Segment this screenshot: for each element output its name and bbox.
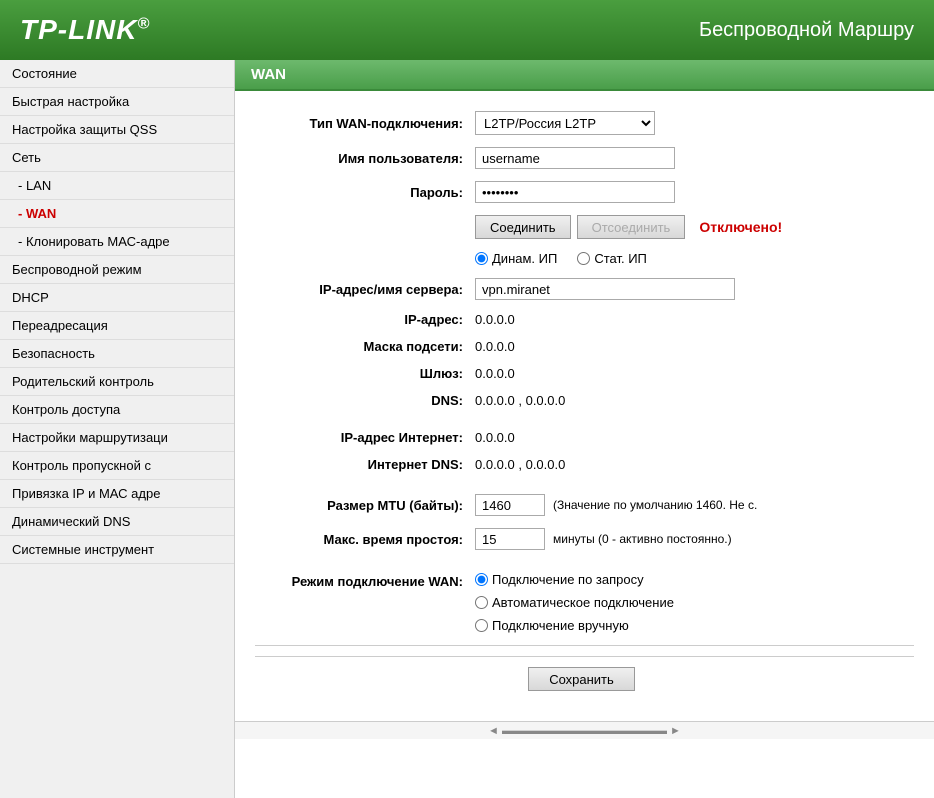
dynamic-ip-label: Динам. ИП — [492, 251, 557, 266]
sidebar-item-routing[interactable]: Настройки маршрутизаци — [0, 424, 234, 452]
ip-mode-group: Динам. ИП Стат. ИП — [475, 251, 647, 266]
subnet-value: 0.0.0.0 — [475, 339, 515, 354]
mode-on-demand-label: Подключение по запросу — [492, 572, 644, 587]
mode-auto-radio[interactable] — [475, 596, 488, 609]
sidebar-item-parental[interactable]: Родительский контроль — [0, 368, 234, 396]
sidebar-item-mac-clone[interactable]: - Клонировать МАС-адре — [0, 228, 234, 256]
sidebar: Состояние Быстрая настройка Настройка за… — [0, 60, 235, 798]
idle-input[interactable] — [475, 528, 545, 550]
username-row: Имя пользователя: — [255, 147, 914, 169]
sidebar-item-dhcp[interactable]: DHCP — [0, 284, 234, 312]
idle-label: Макс. время простоя: — [255, 532, 475, 547]
subnet-label: Маска подсети: — [255, 339, 475, 354]
sidebar-item-status[interactable]: Состояние — [0, 60, 234, 88]
sidebar-item-forwarding[interactable]: Переадресация — [0, 312, 234, 340]
form-content: Тип WAN-подключения: L2TP/Россия L2TP PP… — [235, 91, 934, 721]
server-row: IP-адрес/имя сервера: — [255, 278, 914, 300]
sidebar-item-wan[interactable]: - WAN — [0, 200, 234, 228]
status-badge: Отключено! — [699, 219, 782, 235]
sidebar-item-bandwidth[interactable]: Контроль пропускной с — [0, 452, 234, 480]
server-label: IP-адрес/имя сервера: — [255, 282, 475, 297]
password-label: Пароль: — [255, 185, 475, 200]
gateway-row: Шлюз: 0.0.0.0 — [255, 366, 914, 381]
internet-ip-value: 0.0.0.0 — [475, 430, 515, 445]
mode-auto[interactable]: Автоматическое подключение — [475, 595, 674, 610]
dns-row: DNS: 0.0.0.0 , 0.0.0.0 — [255, 393, 914, 408]
connect-row: Соединить Отсоединить Отключено! — [255, 215, 914, 239]
gateway-value: 0.0.0.0 — [475, 366, 515, 381]
ip-label: IP-адрес: — [255, 312, 475, 327]
mode-on-demand[interactable]: Подключение по запросу — [475, 572, 674, 587]
internet-dns-label: Интернет DNS: — [255, 457, 475, 472]
header: TP-LINK® Беспроводной Маршру — [0, 0, 934, 60]
save-row: Сохранить — [255, 656, 914, 701]
mode-manual[interactable]: Подключение вручную — [475, 618, 674, 633]
password-row: Пароль: — [255, 181, 914, 203]
server-input[interactable] — [475, 278, 735, 300]
layout: Состояние Быстрая настройка Настройка за… — [0, 60, 934, 798]
sidebar-item-access[interactable]: Контроль доступа — [0, 396, 234, 424]
mode-on-demand-radio[interactable] — [475, 573, 488, 586]
sidebar-item-tools[interactable]: Системные инструмент — [0, 536, 234, 564]
internet-ip-label: IP-адрес Интернет: — [255, 430, 475, 445]
mode-auto-label: Автоматическое подключение — [492, 595, 674, 610]
ip-mode-row: Динам. ИП Стат. ИП — [255, 251, 914, 266]
divider — [255, 645, 914, 646]
internet-dns-value: 0.0.0.0 , 0.0.0.0 — [475, 457, 565, 472]
mode-manual-radio[interactable] — [475, 619, 488, 632]
ip-value: 0.0.0.0 — [475, 312, 515, 327]
static-ip-label: Стат. ИП — [594, 251, 647, 266]
idle-row: Макс. время простоя: минуты (0 - активно… — [255, 528, 914, 550]
gateway-label: Шлюз: — [255, 366, 475, 381]
scrollbar[interactable]: ◄ ▬▬▬▬▬▬▬▬▬▬▬▬▬▬▬ ► — [235, 721, 934, 739]
internet-ip-row: IP-адрес Интернет: 0.0.0.0 — [255, 430, 914, 445]
wan-type-label: Тип WAN-подключения: — [255, 116, 475, 131]
wan-mode-row: Режим подключение WAN: Подключение по за… — [255, 572, 914, 633]
password-input[interactable] — [475, 181, 675, 203]
username-input[interactable] — [475, 147, 675, 169]
wan-mode-label: Режим подключение WAN: — [255, 572, 475, 589]
sidebar-item-security[interactable]: Безопасность — [0, 340, 234, 368]
mtu-row: Размер MTU (байты): (Значение по умолчан… — [255, 494, 914, 516]
wan-mode-group: Подключение по запросу Автоматическое по… — [475, 572, 674, 633]
static-ip-radio[interactable] — [577, 252, 590, 265]
idle-note: минуты (0 - активно постоянно.) — [553, 532, 732, 546]
wan-type-select[interactable]: L2TP/Россия L2TP PPPoE/Россия PPPoE PPTP… — [475, 111, 655, 135]
main-content: WAN Тип WAN-подключения: L2TP/Россия L2T… — [235, 60, 934, 798]
disconnect-button[interactable]: Отсоединить — [577, 215, 686, 239]
wan-type-row: Тип WAN-подключения: L2TP/Россия L2TP PP… — [255, 111, 914, 135]
dynamic-ip-radio[interactable] — [475, 252, 488, 265]
sidebar-item-lan[interactable]: - LAN — [0, 172, 234, 200]
dynamic-ip-option[interactable]: Динам. ИП — [475, 251, 557, 266]
internet-dns-row: Интернет DNS: 0.0.0.0 , 0.0.0.0 — [255, 457, 914, 472]
sidebar-item-ip-mac[interactable]: Привязка IP и МАС адре — [0, 480, 234, 508]
sidebar-item-network[interactable]: Сеть — [0, 144, 234, 172]
ip-row: IP-адрес: 0.0.0.0 — [255, 312, 914, 327]
mode-manual-label: Подключение вручную — [492, 618, 629, 633]
mtu-label: Размер MTU (байты): — [255, 498, 475, 513]
dns-label: DNS: — [255, 393, 475, 408]
sidebar-item-ddns[interactable]: Динамический DNS — [0, 508, 234, 536]
page-title: WAN — [235, 60, 934, 91]
static-ip-option[interactable]: Стат. ИП — [577, 251, 647, 266]
logo: TP-LINK® — [20, 14, 150, 46]
username-label: Имя пользователя: — [255, 151, 475, 166]
mtu-input[interactable] — [475, 494, 545, 516]
mtu-note: (Значение по умолчанию 1460. Не с. — [553, 498, 757, 512]
save-button[interactable]: Сохранить — [528, 667, 635, 691]
sidebar-item-wireless[interactable]: Беспроводной режим — [0, 256, 234, 284]
header-title: Беспроводной Маршру — [699, 19, 914, 42]
subnet-row: Маска подсети: 0.0.0.0 — [255, 339, 914, 354]
sidebar-item-qss[interactable]: Настройка защиты QSS — [0, 116, 234, 144]
sidebar-item-quick-setup[interactable]: Быстрая настройка — [0, 88, 234, 116]
dns-value: 0.0.0.0 , 0.0.0.0 — [475, 393, 565, 408]
connect-button[interactable]: Соединить — [475, 215, 571, 239]
